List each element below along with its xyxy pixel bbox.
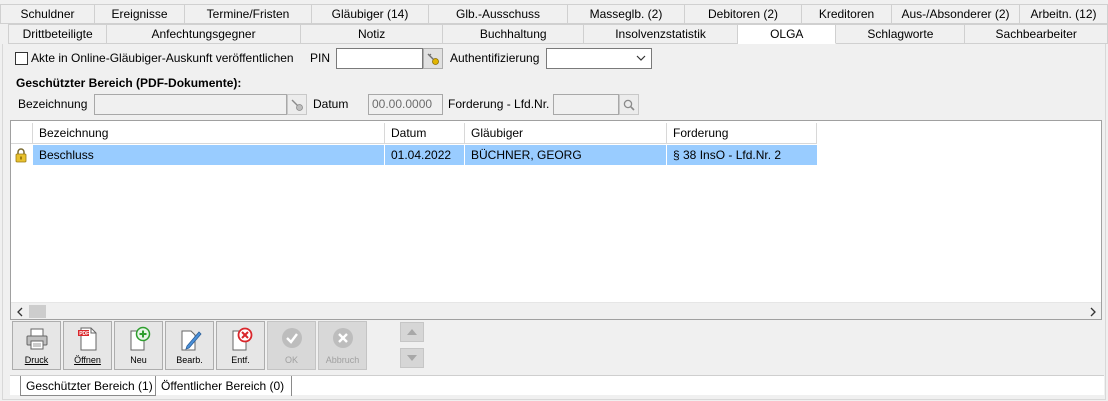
- oeffnen-label: Öffnen: [74, 355, 101, 365]
- column-header-glaeubiger[interactable]: Gläubiger: [465, 123, 667, 144]
- arrow-up-icon: [407, 329, 417, 335]
- tab-ereignisse[interactable]: Ereignisse: [95, 4, 185, 24]
- horizontal-scrollbar[interactable]: [11, 302, 1101, 319]
- key-icon: [291, 99, 303, 111]
- column-header-datum[interactable]: Datum: [385, 123, 465, 144]
- abbruch-label: Abbruch: [325, 355, 360, 365]
- tab-oeffentlicher-bereich[interactable]: Öffentlicher Bereich (0): [156, 376, 292, 396]
- tab-glaeubiger[interactable]: Gläubiger (14): [312, 4, 429, 24]
- bearb-button[interactable]: Bearb.: [165, 321, 214, 370]
- protected-area-heading: Geschützter Bereich (PDF-Dokumente):: [16, 76, 242, 90]
- bezeichnung-label: Bezeichnung: [18, 97, 88, 111]
- lock-icon: [13, 147, 31, 165]
- tab-olga[interactable]: OLGA: [738, 24, 837, 44]
- druck-label: Druck: [24, 355, 49, 365]
- tab-schuldner[interactable]: Schuldner: [0, 4, 95, 24]
- pin-label: PIN: [310, 51, 331, 65]
- tab-drittbeteiligte[interactable]: Drittbeteiligte: [8, 24, 108, 44]
- tab-termine-fristen[interactable]: Termine/Fristen: [185, 4, 312, 24]
- auth-select[interactable]: [546, 48, 652, 69]
- cancel-icon: [330, 326, 356, 352]
- tab-sachbearbeiter[interactable]: Sachbearbeiter: [965, 24, 1108, 44]
- auth-label: Authentifizierung: [450, 51, 540, 65]
- cell-glaeubiger: BÜCHNER, GEORG: [465, 145, 667, 165]
- entf-button[interactable]: Entf.: [216, 321, 265, 370]
- bearb-label: Bearb.: [176, 355, 203, 365]
- tab-row-2: Drittbeteiligte Anfechtungsgegner Notiz …: [0, 24, 1108, 44]
- tab-aus-absonderer[interactable]: Aus-/Absonderer (2): [892, 4, 1020, 24]
- forderung-search-button[interactable]: [619, 94, 639, 115]
- forderung-input[interactable]: [553, 94, 619, 115]
- svg-text:PDF: PDF: [79, 331, 89, 337]
- datum-label: Datum: [313, 97, 349, 111]
- delete-icon: [228, 326, 254, 352]
- abbruch-button[interactable]: Abbruch: [318, 321, 367, 370]
- pin-input[interactable]: [336, 48, 423, 69]
- new-document-icon: [126, 326, 152, 352]
- table-row[interactable]: Beschluss 01.04.2022 BÜCHNER, GEORG § 38…: [11, 145, 817, 165]
- tab-kreditoren[interactable]: Kreditoren: [802, 4, 892, 24]
- tab-masseglb[interactable]: Masseglb. (2): [568, 4, 685, 24]
- cell-datum: 01.04.2022: [385, 145, 465, 165]
- tab-row-1: Schuldner Ereignisse Termine/Fristen Glä…: [0, 4, 1108, 24]
- tab-notiz[interactable]: Notiz: [300, 24, 444, 44]
- scroll-right-icon[interactable]: [1084, 303, 1101, 319]
- table-header-icon: [11, 123, 33, 144]
- publish-checkbox-label: Akte in Online-Gläubiger-Auskunft veröff…: [31, 51, 294, 65]
- neu-button[interactable]: Neu: [114, 321, 163, 370]
- move-up-button[interactable]: [400, 322, 424, 342]
- publish-checkbox[interactable]: [15, 52, 28, 65]
- scroll-left-icon[interactable]: [11, 303, 28, 319]
- tab-debitoren[interactable]: Debitoren (2): [685, 4, 802, 24]
- check-icon: [279, 326, 305, 352]
- chevron-down-icon: [636, 55, 646, 61]
- move-down-button[interactable]: [400, 348, 424, 368]
- entf-label: Entf.: [231, 355, 250, 365]
- tab-insolvenzstatistik[interactable]: Insolvenzstatistik: [584, 24, 739, 44]
- printer-icon: [24, 326, 50, 352]
- ok-label: OK: [284, 355, 298, 365]
- datum-input[interactable]: 00.00.0000: [368, 94, 443, 115]
- tab-anfechtungsgegner[interactable]: Anfechtungsgegner: [107, 24, 301, 44]
- arrow-down-icon: [407, 355, 417, 361]
- documents-table[interactable]: Bezeichnung Datum Gläubiger Forderung Be…: [10, 120, 1102, 320]
- edit-pencil-icon: [177, 326, 203, 352]
- cell-forderung: § 38 InsO - Lfd.Nr. 2: [667, 145, 817, 165]
- neu-label: Neu: [130, 355, 147, 365]
- key-icon: [427, 53, 439, 65]
- bottom-tab-bar: Geschützter Bereich (1) Öffentlicher Ber…: [10, 375, 1104, 396]
- pdf-file-icon: PDF: [75, 326, 101, 352]
- bezeichnung-pick-button[interactable]: [287, 94, 307, 115]
- tab-glb-ausschuss[interactable]: Glb.-Ausschuss: [429, 4, 568, 24]
- column-header-forderung[interactable]: Forderung: [667, 123, 817, 144]
- scrollbar-thumb[interactable]: [29, 305, 46, 318]
- forderung-label: Forderung - Lfd.Nr.: [448, 97, 550, 111]
- oeffnen-button[interactable]: PDF Öffnen: [63, 321, 112, 370]
- tab-arbeitn[interactable]: Arbeitn. (12): [1020, 4, 1108, 24]
- search-icon: [623, 99, 635, 111]
- tab-geschuetzter-bereich[interactable]: Geschützter Bereich (1): [20, 376, 156, 396]
- ok-button[interactable]: OK: [267, 321, 316, 370]
- druck-button[interactable]: Druck: [12, 321, 61, 370]
- tab-buchhaltung[interactable]: Buchhaltung: [443, 24, 585, 44]
- bezeichnung-input[interactable]: [94, 94, 287, 115]
- tab-schlagworte[interactable]: Schlagworte: [836, 24, 966, 44]
- column-header-bezeichnung[interactable]: Bezeichnung: [33, 123, 385, 144]
- cell-bezeichnung: Beschluss: [33, 145, 385, 165]
- pin-key-button[interactable]: [423, 48, 443, 69]
